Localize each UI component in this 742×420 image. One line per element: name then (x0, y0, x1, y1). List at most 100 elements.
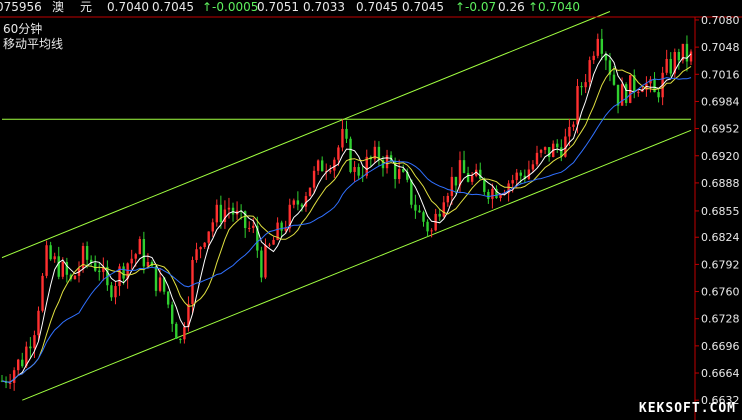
candle-body (280, 222, 283, 231)
candle-body (588, 60, 591, 83)
quote-value-5: 0.7045 (356, 0, 398, 14)
candle-body (284, 228, 287, 231)
candle-body (450, 176, 454, 196)
candle-body (207, 231, 210, 243)
candle-body (580, 86, 583, 88)
candle-body (312, 170, 316, 188)
candle-body (29, 346, 32, 349)
candle-body (616, 84, 620, 106)
quote-value-2: 0.7045 (152, 0, 194, 14)
candle-body (171, 304, 174, 324)
candle-body (454, 176, 458, 186)
candle-body (73, 275, 77, 280)
candle-body (572, 124, 575, 127)
candle-body (438, 213, 441, 217)
candle-body (422, 212, 425, 222)
candle-body (410, 179, 413, 205)
candle-body (592, 55, 595, 61)
candle-body (179, 338, 182, 340)
candle-body (333, 159, 336, 171)
candle-body (458, 160, 462, 186)
candle-body (166, 291, 170, 305)
candle-body (426, 221, 429, 232)
candle-body (397, 169, 401, 180)
candle-body (248, 227, 251, 229)
candle-body (49, 245, 52, 260)
candle-body (268, 244, 271, 246)
candle-body (264, 245, 267, 278)
candle-body (430, 230, 433, 232)
candle-body (130, 258, 133, 264)
y-tick-label: 0.6824 (701, 231, 740, 244)
candle-body (535, 152, 539, 165)
ma_short-line (1, 53, 692, 383)
candle-body (568, 126, 571, 137)
candle-body (260, 250, 263, 278)
upper-channel-line (1, 11, 611, 259)
candle-body (470, 175, 474, 182)
candle-body (61, 261, 64, 277)
candle-body (531, 164, 535, 170)
candle-body (669, 58, 672, 74)
candle-body (98, 270, 101, 272)
candle-body (576, 86, 579, 125)
candle-body (511, 180, 514, 184)
candle-body (41, 275, 44, 311)
candle-body (329, 170, 332, 172)
y-tick-label: 0.6984 (701, 95, 740, 108)
y-tick-label: 0.6920 (701, 150, 740, 163)
candle-body (300, 204, 304, 207)
candle-body (146, 262, 150, 267)
lower-channel-line (22, 129, 692, 401)
y-tick-label: 0.6952 (701, 123, 740, 136)
candle-body (8, 382, 12, 384)
quote-value-4: 0.7033 (303, 0, 345, 14)
candle-body (227, 207, 231, 210)
candle-body (657, 92, 660, 98)
candle-body (45, 245, 48, 276)
candle-body (183, 326, 186, 340)
candle-body (556, 143, 559, 148)
candle-body (462, 160, 466, 174)
candle-body (677, 52, 681, 61)
price-chart[interactable]: 0.70800.70480.70160.69840.69520.69200.68… (0, 0, 742, 420)
candle-body (142, 239, 146, 267)
candle-body (252, 225, 255, 228)
candle-body (479, 169, 482, 179)
candle-body (653, 79, 656, 93)
candle-body (33, 335, 36, 349)
candle-body (37, 310, 40, 336)
quote-value-3: 0.7051 (257, 0, 299, 14)
candle-body (345, 128, 348, 139)
candle-body (624, 84, 628, 103)
candle-body (199, 247, 202, 250)
candle-body (231, 207, 235, 215)
candle-body (689, 51, 693, 62)
candle-body (612, 74, 616, 85)
y-tick-label: 0.6728 (701, 313, 740, 326)
candle-body (53, 256, 56, 260)
candle-body (320, 160, 324, 172)
y-tick-label: 0.7048 (701, 41, 740, 54)
candle-body (122, 266, 125, 279)
y-tick-label: 0.6888 (701, 177, 740, 190)
candle-body (442, 202, 445, 217)
quote-change: ↑-0.0005 (202, 0, 259, 14)
candle-body (600, 38, 604, 54)
candle-body (211, 222, 214, 232)
y-tick-label: 0.6696 (701, 340, 740, 353)
candle-body (629, 75, 632, 103)
candle-body (357, 167, 360, 176)
candle-body (57, 256, 60, 277)
candle-body (543, 147, 547, 150)
candle-body (547, 147, 551, 158)
candle-body (539, 149, 543, 153)
candle-body (446, 195, 450, 203)
candle-body (637, 91, 640, 93)
quote-last: ↑0.7040 (528, 0, 581, 14)
candle-body (203, 242, 206, 248)
quote-value-7: 0.26 (498, 0, 525, 14)
watermark: KEKSOFT.COM (638, 401, 736, 416)
y-tick-label: 0.6664 (701, 367, 740, 380)
candle-body (584, 82, 587, 88)
